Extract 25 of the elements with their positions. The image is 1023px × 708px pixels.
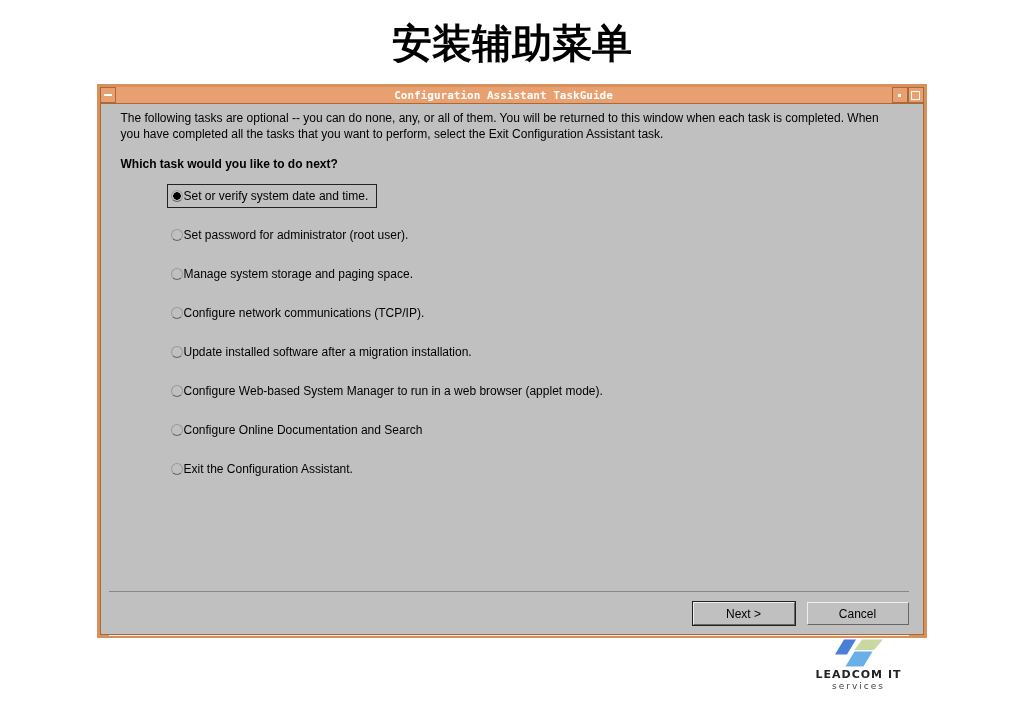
question-text: Which task would you like to do next? (120, 156, 339, 172)
task-radio-option[interactable]: Set or verify system date and time. (166, 184, 378, 208)
radio-button[interactable] (170, 268, 183, 280)
company-logo: LEADCOM IT services (793, 638, 924, 693)
radio-button[interactable] (170, 307, 183, 319)
radio-button[interactable] (170, 424, 183, 436)
radio-button[interactable] (170, 190, 183, 202)
radio-button[interactable] (170, 463, 183, 475)
minimize-button[interactable] (891, 87, 908, 103)
next-button[interactable]: Next > (692, 602, 795, 625)
window-title: Configuration Assistant TaskGuide (393, 88, 614, 102)
task-radio-option[interactable]: Set password for administrator (root user). (166, 223, 418, 247)
radio-button[interactable] (170, 229, 183, 241)
task-radio-option[interactable]: Configure Online Documentation and Search (166, 418, 432, 442)
task-radio-option[interactable]: Manage system storage and paging space. (166, 262, 422, 286)
slide-title: 安装辅助菜单 (391, 18, 632, 68)
task-radio-option[interactable]: Update installed software after a migration installation. (166, 340, 481, 364)
cancel-button[interactable]: Cancel (806, 602, 909, 625)
radio-button[interactable] (170, 346, 183, 358)
task-radio-option[interactable]: Configure network communications (TCP/IP). (166, 301, 434, 325)
window-menu-button[interactable] (99, 87, 116, 103)
task-radio-option[interactable]: Configure Web-based System Manager to run in a web browser (applet mode). (166, 379, 612, 403)
radio-button[interactable] (170, 385, 183, 397)
task-radio-option[interactable]: Exit the Configuration Assistant. (166, 457, 362, 481)
intro-text: The following tasks are optional -- you can do none, any, or all of them. You will be returned to this window when each task is completed. When you have completed all the tasks that you want to perform, select the Exit Configuration Assistant task. (120, 110, 880, 142)
